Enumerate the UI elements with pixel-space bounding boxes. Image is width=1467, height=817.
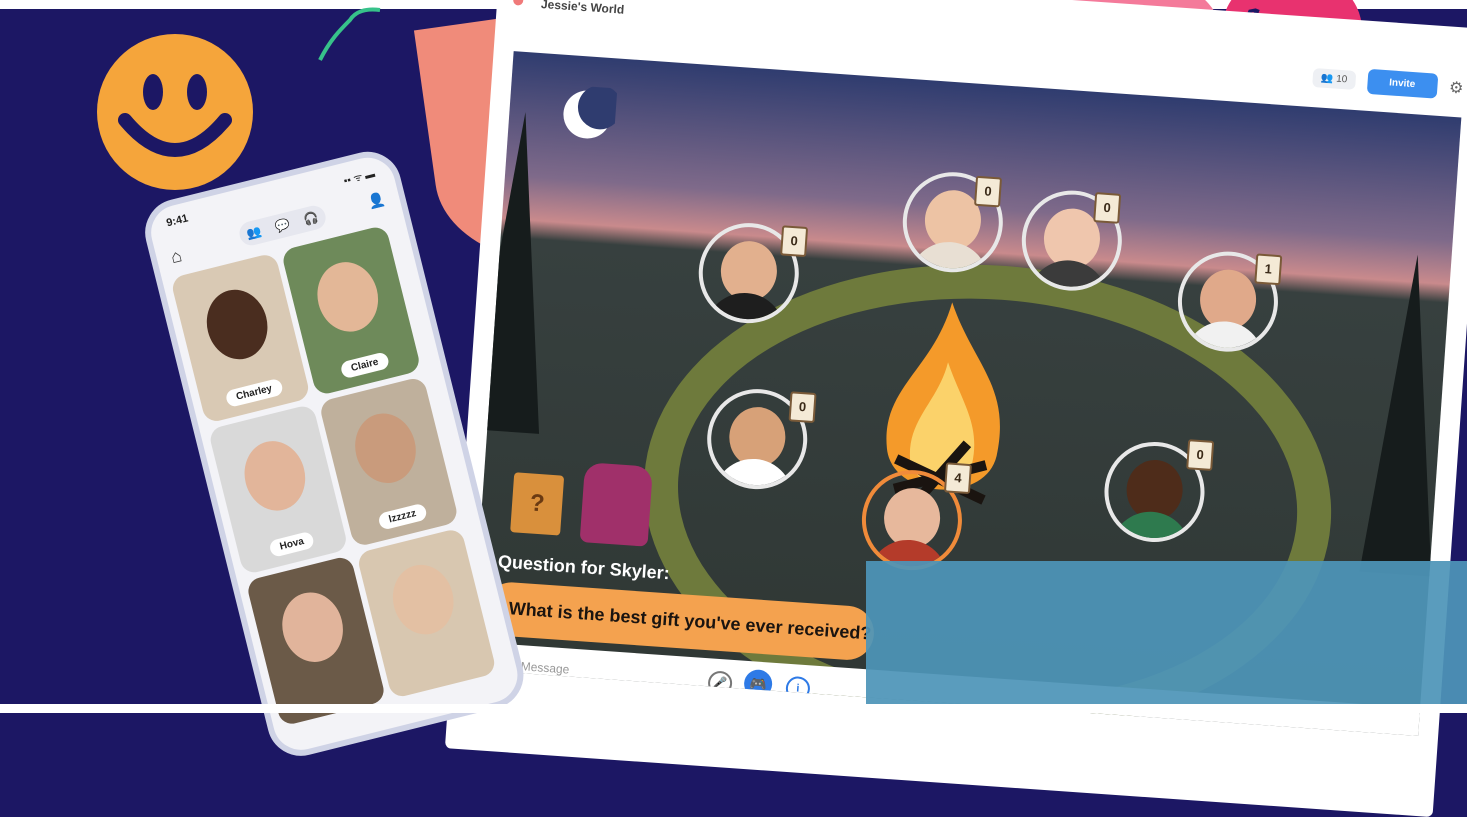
player-score: 0 [788, 391, 817, 424]
window-close-dot[interactable] [512, 0, 524, 6]
home-icon[interactable]: ⌂ [169, 245, 185, 268]
player-score: 0 [780, 225, 809, 258]
message-input[interactable]: Message [520, 659, 570, 676]
player-score: 4 [943, 462, 972, 495]
moon-icon [563, 85, 618, 139]
squiggle-decoration [318, 7, 381, 61]
people-tab-icon[interactable]: 👥 [245, 224, 263, 241]
bottom-edge [0, 704, 1467, 713]
phone-status-icons: ▪▪ ᯤ ▬ [342, 168, 377, 188]
question-label: Question for Skyler: [497, 551, 671, 584]
participant-name: Charley [224, 377, 284, 408]
headphones-tab-icon[interactable]: 🎧 [302, 210, 320, 227]
phone-time: 9:41 [165, 212, 190, 230]
question-text: What is the best gift you've ever receiv… [508, 598, 873, 644]
window-toolbar: 👥 10 Invite ⚙ [1312, 65, 1464, 100]
participant-count[interactable]: 👥 10 [1312, 68, 1356, 90]
settings-icon[interactable]: ⚙ [1448, 77, 1464, 98]
microphone-icon[interactable]: 🎤 [707, 670, 733, 696]
player-score: 0 [974, 175, 1003, 208]
window-title: Jessie's World [540, 0, 625, 17]
video-grid: Charley Claire Hova lzzzzz [169, 224, 498, 727]
player-score: 0 [1093, 192, 1122, 224]
smiley-face-icon [97, 34, 253, 190]
info-icon[interactable]: i [785, 675, 811, 702]
participant-name: Claire [339, 351, 391, 380]
pine-tree-right [1359, 252, 1454, 577]
overlay-panel [866, 561, 1467, 713]
player-score: 0 [1186, 439, 1215, 471]
participant-name: Hova [268, 530, 316, 558]
invite-button[interactable]: Invite [1366, 68, 1439, 99]
question-book-icon[interactable]: ? [510, 472, 565, 536]
player-score: 1 [1254, 253, 1283, 286]
game-controller-icon[interactable]: 🎮 [743, 668, 774, 699]
add-person-icon[interactable]: 👤 [366, 190, 387, 211]
chat-tab-icon[interactable]: 💬 [274, 217, 292, 234]
participant-name: lzzzzz [377, 502, 428, 531]
backpack-icon[interactable] [579, 462, 654, 547]
